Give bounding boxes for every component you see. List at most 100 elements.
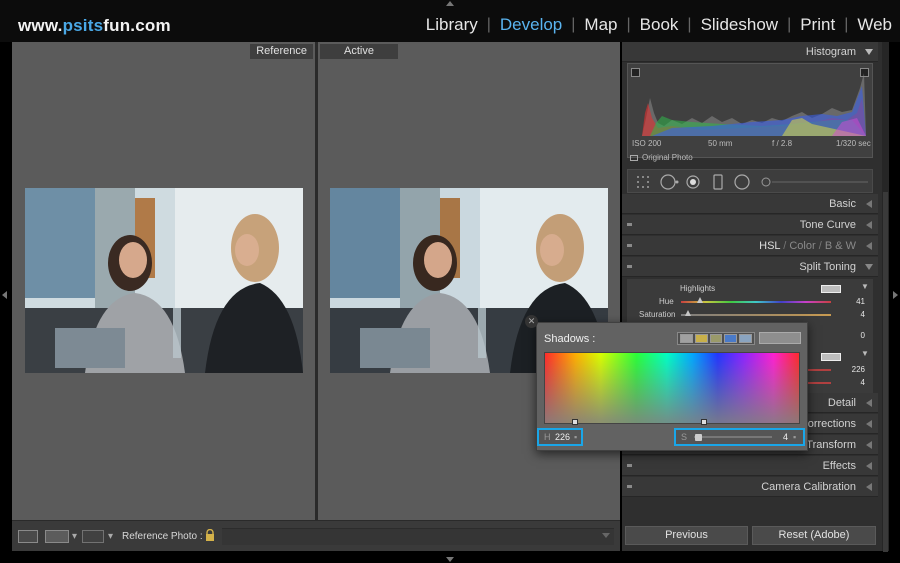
tool-strip <box>627 169 873 193</box>
saturation-track[interactable] <box>694 436 772 438</box>
tab-hsl[interactable]: HSL <box>759 240 780 252</box>
module-web[interactable]: Web <box>848 15 892 35</box>
preset-swatch[interactable] <box>739 334 752 343</box>
preset-swatch[interactable] <box>694 334 708 343</box>
collapse-icon <box>865 49 873 55</box>
module-map[interactable]: Map <box>575 15 626 35</box>
iso-value: ISO 200 <box>632 139 662 148</box>
basic-panel-header[interactable]: Basic <box>622 194 878 214</box>
compare-view: Reference Active <box>12 42 620 520</box>
current-color-swatch <box>759 332 801 344</box>
hue-marker[interactable] <box>572 419 578 425</box>
top-bar: www.psitsfun.com Library | Develop | Map | … <box>0 0 900 42</box>
module-library[interactable]: Library <box>417 15 487 35</box>
previous-button[interactable]: Previous <box>625 526 748 545</box>
module-slideshow[interactable]: Slideshow <box>692 15 788 35</box>
highlights-hue-slider[interactable] <box>681 301 831 303</box>
selected-color-marker[interactable] <box>701 419 707 425</box>
aperture: f / 2.8 <box>772 139 793 148</box>
color-spectrum[interactable] <box>544 352 800 424</box>
saturation-knob[interactable] <box>695 434 702 441</box>
preset-swatch[interactable] <box>680 334 693 343</box>
lock-icon[interactable] <box>205 529 215 541</box>
split-toning-panel-header[interactable]: Split Toning <box>622 257 878 277</box>
module-print[interactable]: Print <box>791 15 844 35</box>
expand-icon <box>866 462 872 470</box>
toolbar-options-icon[interactable] <box>602 533 610 538</box>
expand-icon <box>866 441 872 449</box>
preset-swatch[interactable] <box>724 334 738 343</box>
brush-icon <box>761 177 771 187</box>
focal-length: 50 mm <box>708 139 733 148</box>
top-panel-toggle-icon[interactable] <box>446 1 454 6</box>
swap-dropdown-icon[interactable]: ▾ <box>108 531 113 542</box>
expand-icon <box>866 483 872 491</box>
compare-view-icon[interactable] <box>45 530 69 543</box>
tool-strip-icons <box>637 174 868 190</box>
module-develop[interactable]: Develop <box>491 15 571 35</box>
highlights-saturation-value[interactable]: 4 <box>847 310 865 319</box>
right-panel-toggle-icon[interactable] <box>893 291 898 299</box>
panel-buttons: Previous Reset (Adobe) <box>622 522 882 551</box>
shadows-saturation-value[interactable]: 4 <box>847 378 865 387</box>
saturation-field[interactable]: S 4 ▪ <box>674 428 805 446</box>
tab-color[interactable]: Color <box>789 240 815 252</box>
expand-icon <box>866 399 872 407</box>
tab-bw[interactable]: B & W <box>825 240 856 252</box>
hsl-panel-header[interactable]: HSL / Color / B & W <box>622 236 878 256</box>
highlights-hue-value[interactable]: 41 <box>847 297 865 306</box>
highlights-hue-label: Hue <box>659 297 674 306</box>
module-picker: Library | Develop | Map | Book | Slideshow | … <box>417 15 892 35</box>
reference-pane: Reference <box>12 42 315 520</box>
crop-overlay-icon <box>637 176 649 188</box>
highlights-label: Highlights <box>680 284 716 293</box>
color-picker-title: Shadows : <box>544 333 596 345</box>
expand-icon <box>866 200 872 208</box>
site-logo: www.psitsfun.com <box>18 16 171 35</box>
saturation-value[interactable]: 4 <box>783 432 788 442</box>
shadows-swatch[interactable] <box>821 353 841 361</box>
left-panel-toggle-icon[interactable] <box>2 291 7 299</box>
graduated-filter-icon <box>713 174 723 190</box>
toolbar-content-field <box>222 528 614 545</box>
reference-label: Reference <box>250 44 313 59</box>
camera-calibration-panel-header[interactable]: Camera Calibration <box>622 477 878 497</box>
histogram-graph <box>642 73 866 136</box>
reference-photo-image <box>25 188 303 373</box>
module-book[interactable]: Book <box>631 15 688 35</box>
preset-swatch[interactable] <box>709 334 723 343</box>
hue-value[interactable]: 226 <box>555 432 570 442</box>
highlights-saturation-slider[interactable] <box>681 314 831 316</box>
hue-field[interactable]: H 226 ▪ <box>537 428 583 446</box>
highlights-saturation-label: Saturation <box>639 310 676 319</box>
close-icon[interactable]: ✕ <box>525 315 538 328</box>
right-panel-scrollbar[interactable] <box>882 42 889 552</box>
reference-photo[interactable] <box>25 188 303 373</box>
expand-icon <box>866 242 872 250</box>
swap-view-icon[interactable] <box>82 530 104 543</box>
balance-value[interactable]: 0 <box>847 331 865 340</box>
shadows-hue-value[interactable]: 226 <box>847 365 865 374</box>
view-mode-dropdown-icon[interactable]: ▾ <box>72 531 77 542</box>
bottom-toolbar: ▾ ▾ Reference Photo : <box>12 520 620 551</box>
highlights-hue-knob[interactable] <box>697 297 703 303</box>
original-photo-toggle[interactable]: Original Photo <box>630 153 693 162</box>
active-label: Active <box>320 44 398 59</box>
right-panel: Histogram ISO 200 50 mm f / 2.8 1/320 se… <box>622 42 882 551</box>
expand-icon <box>866 221 872 229</box>
shutter-speed: 1/320 sec <box>836 139 871 148</box>
tone-curve-panel-header[interactable]: Tone Curve <box>622 215 878 235</box>
histogram-title: Histogram <box>805 46 856 58</box>
color-presets <box>677 332 755 345</box>
reference-photo-label: Reference Photo : <box>122 531 203 542</box>
reset-button[interactable]: Reset (Adobe) <box>752 526 876 545</box>
histogram-header[interactable]: Histogram <box>622 42 878 62</box>
effects-panel-header[interactable]: Effects <box>622 456 878 476</box>
bottom-panel-toggle-icon[interactable] <box>446 557 454 562</box>
spot-removal-icon <box>660 174 676 190</box>
highlights-swatch[interactable] <box>821 285 841 293</box>
loupe-view-icon[interactable] <box>18 530 38 543</box>
shadows-color-picker: Shadows : H 226 ▪ S 4 ▪ <box>536 322 808 451</box>
histogram[interactable]: ISO 200 50 mm f / 2.8 1/320 sec <box>627 63 873 158</box>
highlights-saturation-knob[interactable] <box>685 310 691 316</box>
